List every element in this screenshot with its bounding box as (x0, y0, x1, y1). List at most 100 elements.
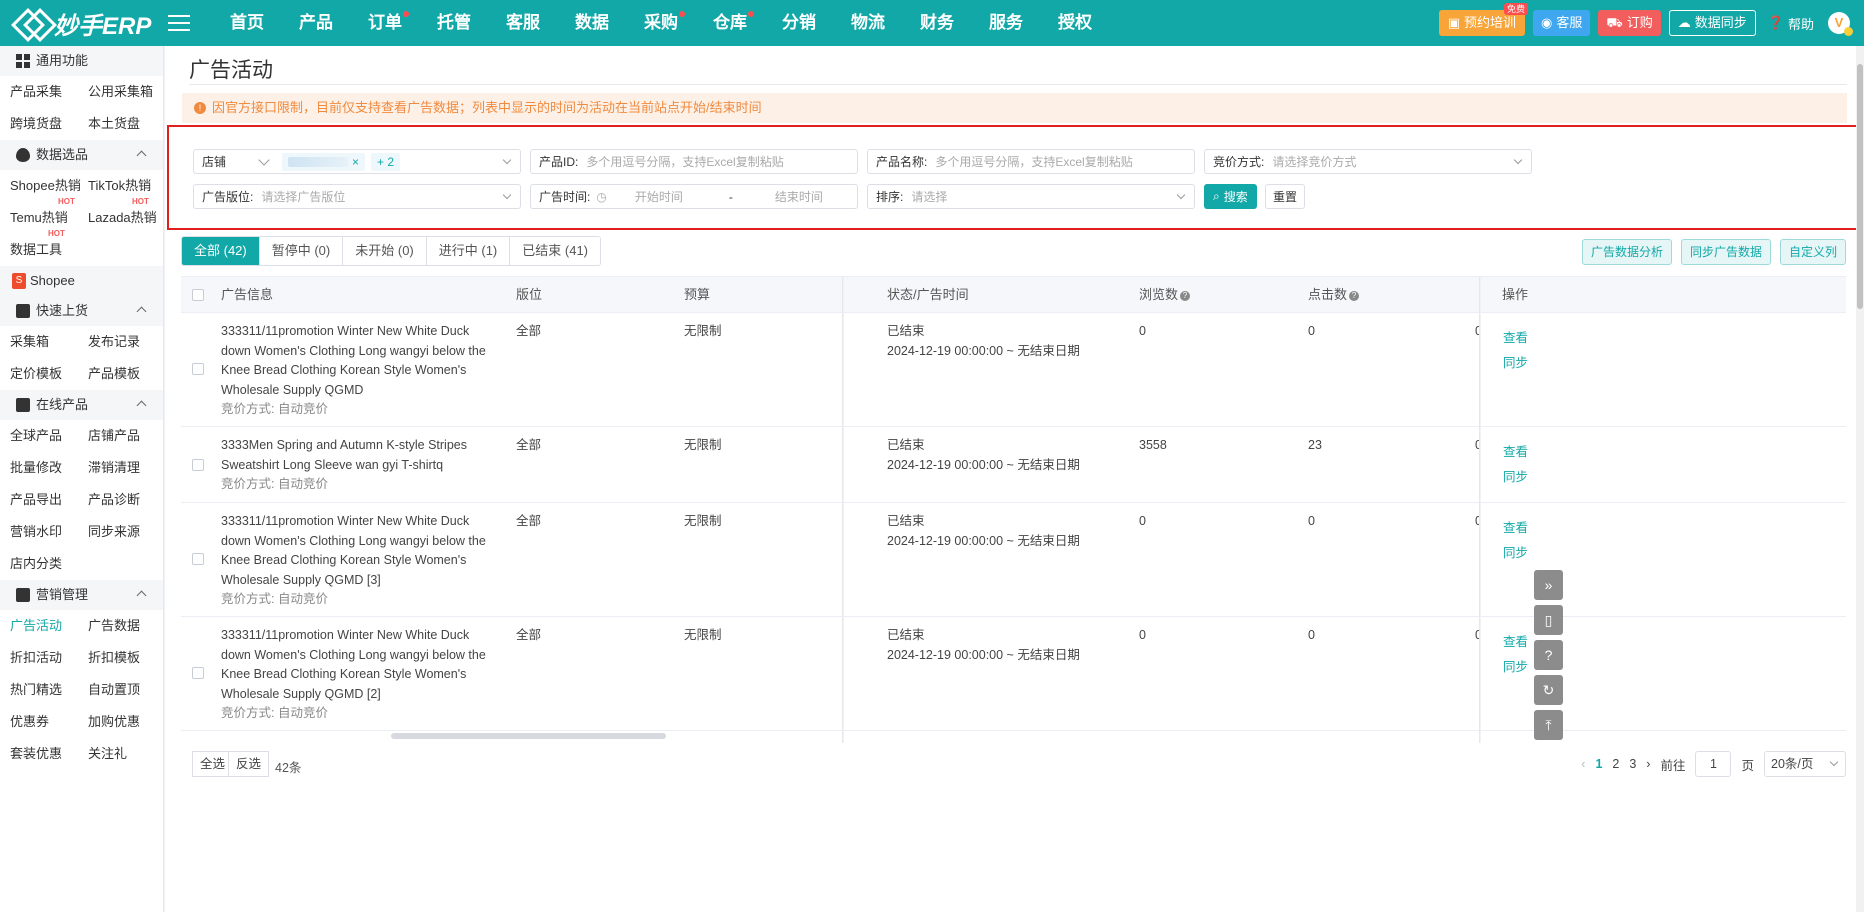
data-sync-button[interactable]: ☁ 数据同步 (1668, 10, 1756, 36)
sidebar-item-follow-prize[interactable]: 关注礼 (78, 738, 156, 770)
nav-item-1[interactable]: 产品 (281, 0, 350, 46)
sidebar-item-global-products[interactable]: 全球产品 (0, 420, 78, 452)
sidebar-item-product-template[interactable]: 产品模板 (78, 358, 156, 390)
help-link[interactable]: ❓ 帮助 (1768, 14, 1814, 33)
sidebar-section-quick-listing[interactable]: 快速上货 (0, 296, 163, 326)
sidebar-item-product-export[interactable]: 产品导出 (0, 484, 78, 516)
invert-select-button[interactable]: 反选 (228, 751, 270, 777)
view-link[interactable]: 查看 (1503, 517, 1528, 536)
horizontal-scrollbar[interactable] (391, 733, 666, 739)
sync-link[interactable]: 同步 (1503, 466, 1528, 485)
sidebar-item-ad-campaigns[interactable]: 广告活动 (0, 610, 78, 642)
shop-select[interactable]: 店铺 × + 2 (193, 149, 521, 174)
refresh-icon[interactable]: ↻ (1534, 675, 1563, 705)
sidebar-item-discount-activity[interactable]: 折扣活动 (0, 642, 78, 674)
scrollbar-thumb[interactable] (1857, 64, 1863, 309)
sidebar-section-common[interactable]: 通用功能 (0, 46, 163, 76)
sidebar-item-shop-category[interactable]: 店内分类 (0, 548, 78, 580)
nav-item-0[interactable]: 首页 (212, 0, 281, 46)
page-jump-input[interactable]: 1 (1695, 751, 1732, 777)
row-checkbox[interactable] (192, 667, 204, 679)
page-3[interactable]: 3 (1629, 757, 1636, 771)
sidebar-item-auto-pin[interactable]: 自动置顶 (78, 674, 156, 706)
sidebar-item-watermark[interactable]: 营销水印 (0, 516, 78, 548)
sidebar-item-public-collect[interactable]: 公用采集箱 (78, 76, 156, 108)
training-button[interactable]: ▣ 预约培训 免费 (1438, 3, 1529, 36)
sidebar-item-batch-edit[interactable]: 批量修改 (0, 452, 78, 484)
sidebar-item-pricing-template[interactable]: 定价模板 (0, 358, 78, 390)
sidebar-item-publish-records[interactable]: 发布记录 (78, 326, 156, 358)
sidebar-item-addon-deals[interactable]: 加购优惠 (78, 706, 156, 738)
sidebar-item-sync-source[interactable]: 同步来源 (78, 516, 156, 548)
sidebar-item-lazada-hot[interactable]: Lazada热销 HOT (78, 197, 157, 234)
action-button-2[interactable]: 自定义列 (1779, 239, 1846, 265)
nav-item-6[interactable]: 采购 (626, 0, 695, 46)
sidebar-item-temu-hot[interactable]: Temu热销 HOT (0, 197, 78, 234)
action-button-1[interactable]: 同步广告数据 (1680, 239, 1771, 265)
menu-toggle-icon[interactable] (168, 15, 190, 31)
close-icon[interactable]: × (352, 153, 359, 171)
page-1[interactable]: 1 (1595, 757, 1602, 771)
bid-method-select[interactable]: 竞价方式: 请选择竞价方式 (1204, 149, 1532, 174)
mobile-icon[interactable]: ▯ (1534, 605, 1563, 635)
sidebar-item-hot-picks[interactable]: 热门精选 (0, 674, 78, 706)
sidebar-item-local-goods[interactable]: 本土货盘 (78, 108, 156, 140)
row-checkbox[interactable] (192, 553, 204, 565)
select-all-button[interactable]: 全选 (192, 751, 234, 777)
nav-item-7[interactable]: 仓库 (695, 0, 764, 46)
prev-page-icon[interactable]: ‹ (1581, 757, 1585, 771)
nav-item-12[interactable]: 授权 (1040, 0, 1109, 46)
sidebar-section-online-products[interactable]: 在线产品 (0, 390, 163, 420)
sync-link[interactable]: 同步 (1503, 656, 1528, 675)
help-doc-icon[interactable]: ? (1534, 640, 1563, 670)
action-button-0[interactable]: 广告数据分析 (1581, 239, 1672, 265)
ad-time-range[interactable]: 广告时间: ◷ 开始时间 - 结束时间 (530, 184, 858, 209)
sidebar-section-marketing[interactable]: 营销管理 (0, 580, 163, 610)
sidebar-section-data-select[interactable]: 数据选品 (0, 140, 163, 170)
nav-item-2[interactable]: 订单 (350, 0, 419, 46)
expand-icon[interactable]: » (1534, 570, 1563, 600)
sort-select[interactable]: 排序: 请选择 (867, 184, 1195, 209)
nav-item-5[interactable]: 数据 (557, 0, 626, 46)
sidebar-item-data-tools[interactable]: 数据工具 HOT (0, 229, 78, 266)
nav-item-9[interactable]: 物流 (833, 0, 902, 46)
row-checkbox[interactable] (192, 363, 204, 375)
nav-item-4[interactable]: 客服 (488, 0, 557, 46)
ad-slot-select[interactable]: 广告版位: 请选择广告版位 (193, 184, 521, 209)
question-icon[interactable]: ? (1180, 290, 1191, 301)
nav-item-11[interactable]: 服务 (971, 0, 1040, 46)
sidebar-section-shopee[interactable]: S Shopee (0, 266, 163, 296)
tab-3[interactable]: 进行中 (1) (426, 237, 511, 265)
question-icon[interactable]: ? (1349, 290, 1360, 301)
view-link[interactable]: 查看 (1503, 631, 1528, 650)
sync-link[interactable]: 同步 (1503, 542, 1528, 561)
page-2[interactable]: 2 (1612, 757, 1619, 771)
order-button[interactable]: ⛟ 订购 (1598, 10, 1661, 36)
sidebar-item-product-collect[interactable]: 产品采集 (0, 76, 78, 108)
sync-link[interactable]: 同步 (1503, 352, 1528, 371)
view-link[interactable]: 查看 (1503, 441, 1528, 460)
sidebar-item-coupons[interactable]: 优惠券 (0, 706, 78, 738)
next-page-icon[interactable]: › (1646, 757, 1650, 771)
vertical-scrollbar[interactable] (1856, 46, 1864, 912)
sidebar-item-ad-data[interactable]: 广告数据 (78, 610, 156, 642)
avatar[interactable]: V (1828, 12, 1853, 36)
product-name-input[interactable]: 产品名称: 多个用逗号分隔，支持Excel复制粘贴 (867, 149, 1195, 174)
sidebar-item-slow-clean[interactable]: 滞销清理 (78, 452, 156, 484)
sidebar-item-discount-template[interactable]: 折扣模板 (78, 642, 156, 674)
tab-1[interactable]: 暂停中 (0) (259, 237, 344, 265)
nav-item-8[interactable]: 分销 (764, 0, 833, 46)
reset-button[interactable]: 重置 (1265, 184, 1306, 209)
search-button[interactable]: ⌕ 搜索 (1204, 184, 1257, 209)
tab-2[interactable]: 未开始 (0) (343, 237, 427, 265)
back-to-top-icon[interactable]: ⤒ (1534, 710, 1563, 740)
sidebar-item-product-diagnosis[interactable]: 产品诊断 (78, 484, 156, 516)
shop-tag[interactable]: × (282, 152, 366, 171)
sidebar-item-collect-box[interactable]: 采集箱 (0, 326, 78, 358)
nav-item-3[interactable]: 托管 (419, 0, 488, 46)
page-size-select[interactable]: 20条/页 (1764, 751, 1846, 777)
sidebar-item-cross-border-goods[interactable]: 跨境货盘 (0, 108, 78, 140)
tab-4[interactable]: 已结束 (41) (510, 237, 601, 265)
sidebar-item-bundle-deals[interactable]: 套装优惠 (0, 738, 78, 770)
view-link[interactable]: 查看 (1503, 327, 1528, 346)
